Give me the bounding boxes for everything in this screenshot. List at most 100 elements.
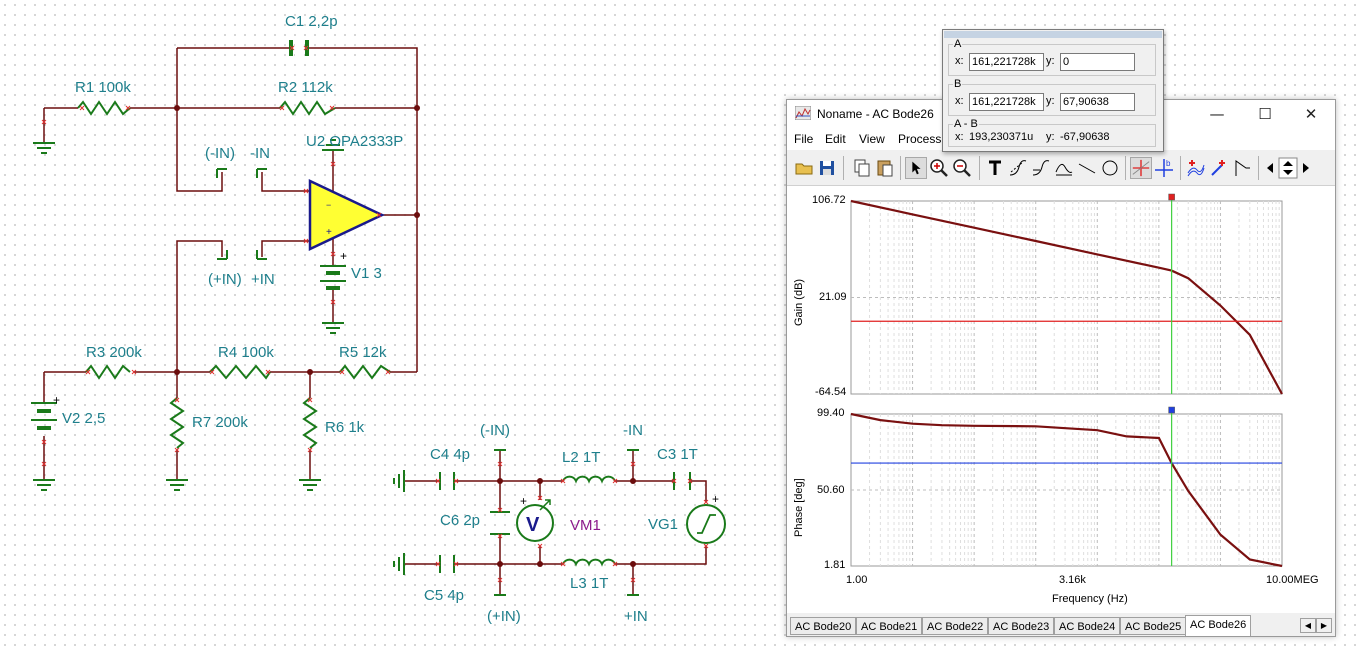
close-button[interactable]: ✕ <box>1291 100 1331 128</box>
paste-icon[interactable] <box>874 157 896 179</box>
u2-label: U2 OPA2333P <box>306 133 404 150</box>
cursor-ab-group: A - B x: 193,230371u y: -67,90638 <box>948 118 1156 147</box>
zoom-in-icon[interactable] <box>928 157 950 179</box>
toolbar-separator <box>1125 156 1126 180</box>
minus-in-label: -IN <box>250 145 270 162</box>
circle-icon[interactable] <box>1099 157 1121 179</box>
maximize-button[interactable]: ☐ <box>1245 100 1285 128</box>
cursor-ab-x-value: 193,230371u <box>969 131 1034 143</box>
menu-process[interactable]: Process <box>898 132 941 146</box>
r4-label: R4 100k <box>218 344 274 361</box>
tab-ac-bode24[interactable]: AC Bode24 <box>1054 617 1121 635</box>
curve-c-icon[interactable] <box>1053 157 1075 179</box>
cursor-a-x-field[interactable]: 161,221728k <box>969 53 1044 71</box>
app-icon <box>795 106 811 120</box>
phase-cursor-handle <box>1168 406 1175 414</box>
r7-label: R7 200k <box>192 414 248 431</box>
c6-label: C6 2p <box>440 512 481 529</box>
tab-ac-bode26[interactable]: AC Bode26 <box>1185 615 1252 636</box>
tab-scroll-right-icon[interactable]: ▶ <box>1316 618 1332 633</box>
marker-b-icon[interactable] <box>1208 157 1230 179</box>
phase-tick-top: 99.40 <box>817 407 845 419</box>
cursor-a-x-label: x: <box>955 55 964 67</box>
bottom-minus-in-paren-label: (-IN) <box>480 422 510 439</box>
r3-label: R3 200k <box>86 344 142 361</box>
tab-ac-bode22[interactable]: AC Bode22 <box>922 617 989 635</box>
scroll-right-icon[interactable] <box>1299 157 1313 179</box>
gain-tick-mid: 21.09 <box>819 291 847 303</box>
text-icon[interactable] <box>984 157 1006 179</box>
tab-ac-bode20[interactable]: AC Bode20 <box>790 617 857 635</box>
c1-label: C1 2,2p <box>285 13 338 30</box>
gain-axis-label: Gain (dB) <box>793 278 805 326</box>
cursor-panel-header[interactable] <box>944 31 1162 38</box>
window-title: Noname - AC Bode26 <box>817 107 934 121</box>
gain-cursor-handle <box>1168 193 1175 201</box>
vg1-label: VG1 <box>648 516 679 533</box>
curve-a-icon[interactable] <box>1007 157 1029 179</box>
menu-view[interactable]: View <box>859 132 885 146</box>
line-icon[interactable] <box>1076 157 1098 179</box>
freq-tick-right: 10.00MEG <box>1266 574 1319 586</box>
r5-label: R5 12k <box>339 344 387 361</box>
opamp-u2[interactable] <box>308 179 385 251</box>
svg-text:−: − <box>326 200 331 210</box>
bottom-plus-in-label: +IN <box>624 608 648 625</box>
bode-plot-area[interactable]: Gain (dB) Phase [deg] 106.72 21.09 -64.5… <box>787 186 1335 613</box>
cursor-a-y-label: y: <box>1046 55 1055 67</box>
svg-text:+: + <box>340 249 347 263</box>
cursor-a-icon[interactable] <box>1130 157 1152 179</box>
curve-b-icon[interactable] <box>1030 157 1052 179</box>
toolbar-separator <box>979 156 980 180</box>
phase-tick-bottom: 1.81 <box>824 559 846 571</box>
c5-label: C5 4p <box>424 587 465 604</box>
open-folder-icon[interactable] <box>793 157 815 179</box>
tab-ac-bode21[interactable]: AC Bode21 <box>856 617 923 635</box>
pointer-icon[interactable] <box>905 157 927 179</box>
r6-label: R6 1k <box>325 419 365 436</box>
batteries <box>31 265 346 430</box>
svg-text:b: b <box>1166 159 1171 168</box>
bode-window[interactable]: Noname - AC Bode26 — ☐ ✕ File Edit View … <box>786 99 1336 637</box>
toolbar: b <box>787 151 1335 186</box>
cursor-readout-panel[interactable]: A x: 161,221728k y: 0 B x: 161,221728k y… <box>942 29 1164 152</box>
junction-dots <box>174 105 636 567</box>
scroll-left-icon[interactable] <box>1263 157 1277 179</box>
marker-a-icon[interactable] <box>1185 157 1207 179</box>
cursor-a-title: A <box>953 38 963 50</box>
pin-markers <box>41 45 709 583</box>
v2-label: V2 2,5 <box>62 410 106 427</box>
svg-text:+: + <box>520 494 527 508</box>
cursor-b-group: B x: 161,221728k y: 67,90638 <box>948 78 1156 116</box>
save-icon[interactable] <box>816 157 838 179</box>
tab-scroll-left-icon[interactable]: ◀ <box>1300 618 1316 633</box>
v1-label: V1 3 <box>351 265 382 282</box>
tab-ac-bode25[interactable]: AC Bode25 <box>1120 617 1187 635</box>
r1-label: R1 100k <box>75 79 131 96</box>
cursor-b-title: B <box>953 78 963 90</box>
minimize-button[interactable]: — <box>1197 100 1237 128</box>
cursor-ab-title: A - B <box>953 118 979 130</box>
menu-edit[interactable]: Edit <box>825 132 846 146</box>
c1-gap <box>295 38 303 58</box>
bode-chart-svg[interactable] <box>787 186 1335 613</box>
cursor-ab-x-label: x: <box>955 131 964 143</box>
plus-in-label: +IN <box>251 271 275 288</box>
cursor-b-x-field[interactable]: 161,221728k <box>969 93 1044 111</box>
flag-icon[interactable] <box>1231 157 1253 179</box>
c4-label: C4 4p <box>430 446 471 463</box>
tab-ac-bode23[interactable]: AC Bode23 <box>988 617 1055 635</box>
cursor-a-y-field[interactable]: 0 <box>1060 53 1135 71</box>
zoom-out-icon[interactable] <box>951 157 973 179</box>
cursor-b-y-field[interactable]: 67,90638 <box>1060 93 1135 111</box>
spin-icon[interactable] <box>1278 157 1298 179</box>
tab-bar: AC Bode20 AC Bode21 AC Bode22 AC Bode23 … <box>787 614 1335 636</box>
freq-tick-mid: 3.16k <box>1059 574 1086 586</box>
svg-text:V: V <box>526 514 540 536</box>
menu-file[interactable]: File <box>794 132 813 146</box>
copy-icon[interactable] <box>851 157 873 179</box>
cursor-ab-y-label: y: <box>1046 131 1055 143</box>
cursor-b-icon[interactable]: b <box>1153 157 1175 179</box>
freq-axis-label: Frequency (Hz) <box>1052 593 1128 605</box>
cursor-b-y-label: y: <box>1046 95 1055 107</box>
